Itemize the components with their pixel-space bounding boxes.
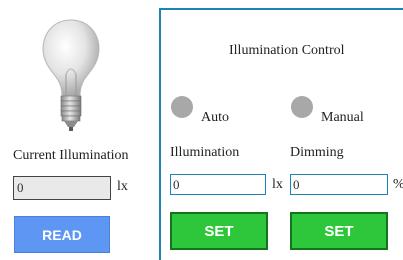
set-dimming-button[interactable]: SET bbox=[290, 212, 388, 250]
auto-mode-radio[interactable] bbox=[171, 96, 193, 118]
illumination-label: Illumination bbox=[170, 145, 240, 160]
illumination-field[interactable] bbox=[170, 174, 266, 195]
dimming-label: Dimming bbox=[290, 145, 344, 160]
current-illumination-unit: lx bbox=[117, 179, 128, 194]
current-illumination-label: Current Illumination bbox=[13, 148, 129, 163]
panel-title: Illumination Control bbox=[229, 43, 345, 58]
set-illumination-button[interactable]: SET bbox=[170, 212, 268, 250]
dimming-field[interactable] bbox=[290, 174, 388, 195]
auto-mode-label: Auto bbox=[201, 110, 229, 125]
current-illumination-field[interactable] bbox=[13, 176, 111, 200]
dimming-unit: % bbox=[393, 177, 403, 193]
illumination-unit: lx bbox=[272, 177, 283, 192]
light-bulb-icon bbox=[40, 18, 102, 134]
manual-mode-radio[interactable] bbox=[291, 96, 313, 118]
manual-mode-label: Manual bbox=[321, 110, 364, 125]
read-button[interactable]: READ bbox=[14, 216, 110, 253]
